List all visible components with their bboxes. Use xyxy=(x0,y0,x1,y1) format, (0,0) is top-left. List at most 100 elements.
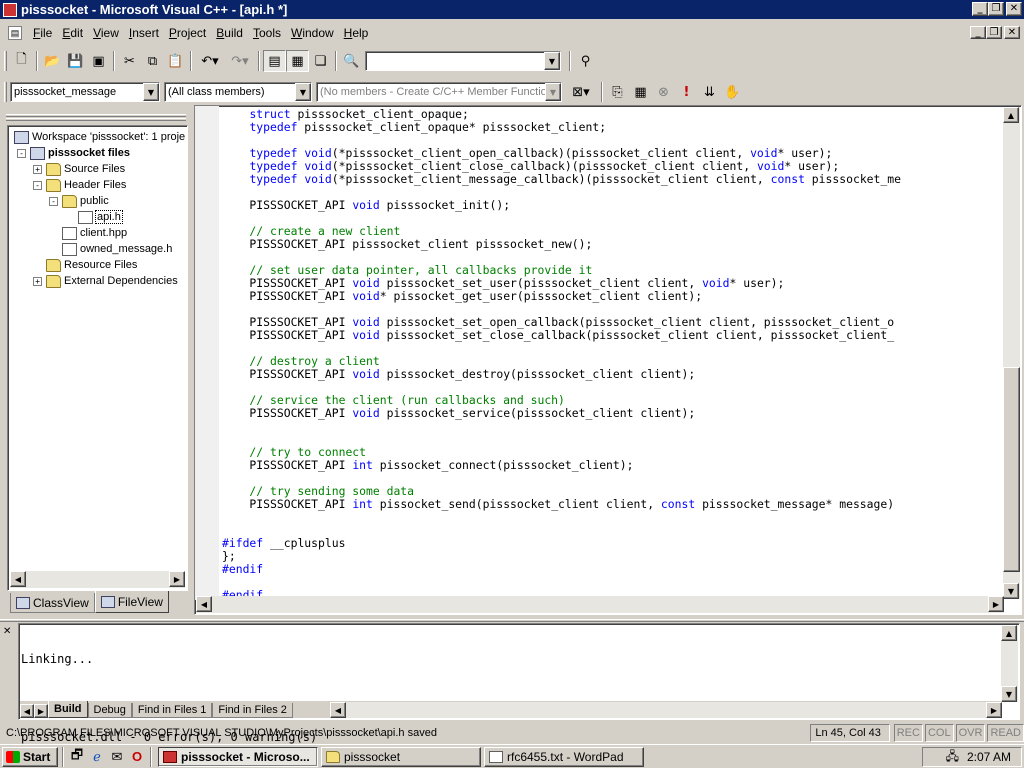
menu-window[interactable]: Window xyxy=(286,24,339,42)
tree-node[interactable]: Header Files xyxy=(46,177,126,193)
menu-help[interactable]: Help xyxy=(339,24,374,42)
app-icon[interactable] xyxy=(3,2,17,17)
file-tree[interactable]: Workspace 'pisssocket': 1 proje - pisssock… xyxy=(10,128,185,570)
compile-icon[interactable]: ⎘ xyxy=(606,81,629,103)
chevron-down-icon[interactable]: ▼ xyxy=(143,83,159,101)
pane-grip[interactable] xyxy=(6,114,186,117)
find-binoculars-icon[interactable]: ⚲ xyxy=(574,50,597,72)
members-combo[interactable]: (No members - Create C/C++ Member Functi… xyxy=(316,82,562,102)
workspace-hscrollbar[interactable]: ◀ ▶ xyxy=(10,571,185,588)
close-icon[interactable]: ✕ xyxy=(1006,2,1022,16)
chevron-down-icon[interactable]: ▼ xyxy=(545,83,561,101)
menu-view[interactable]: View xyxy=(88,24,124,42)
window-list-icon[interactable]: ❏ xyxy=(309,50,332,72)
pane-grip[interactable] xyxy=(6,118,186,121)
network-icon[interactable]: 🖧 xyxy=(946,747,959,768)
doc-minimize-icon[interactable]: _ xyxy=(970,26,986,39)
start-button[interactable]: Start xyxy=(2,746,58,767)
tree-node[interactable]: Workspace 'pisssocket': 1 proje xyxy=(14,129,185,145)
tree-node[interactable]: Resource Files xyxy=(46,257,137,273)
editor-vscroll-thumb[interactable] xyxy=(1003,367,1020,572)
copy-icon[interactable]: ⧉ xyxy=(141,50,164,72)
class-combo[interactable]: pisssocket_message ▼ xyxy=(10,82,160,102)
output-vscrollbar[interactable]: ▲ ▼ xyxy=(1001,625,1018,702)
collapse-icon[interactable]: - xyxy=(17,149,26,158)
tab-build[interactable]: Build xyxy=(48,701,88,718)
save-all-icon[interactable]: ▣ xyxy=(87,50,110,72)
scroll-right-icon[interactable]: ▶ xyxy=(988,596,1004,612)
execute-icon[interactable]: ! xyxy=(675,81,698,103)
code-editor[interactable]: struct pisssocket_client_opaque; typedef… xyxy=(194,105,1022,615)
tab-scroll-left-icon[interactable]: ◀ xyxy=(20,704,34,718)
output-close-icon[interactable]: ✕ xyxy=(3,626,15,638)
chevron-down-icon[interactable]: ▼ xyxy=(295,83,311,101)
scroll-down-icon[interactable]: ▼ xyxy=(1003,583,1019,599)
tree-node[interactable]: owned_message.h xyxy=(62,241,172,257)
tab-fileview[interactable]: FileView xyxy=(94,591,169,613)
tree-node[interactable]: External Dependencies xyxy=(46,273,178,289)
scroll-left-icon[interactable]: ◀ xyxy=(196,596,212,612)
tree-node[interactable]: api.h xyxy=(78,209,123,225)
document-icon[interactable]: ▤ xyxy=(8,26,22,40)
tab-find-in-files-2[interactable]: Find in Files 2 xyxy=(212,703,293,718)
tree-node[interactable]: pisssocket files xyxy=(30,145,130,161)
expand-icon[interactable]: + xyxy=(33,165,42,174)
chevron-down-icon[interactable]: ▼ xyxy=(544,52,560,70)
menu-file[interactable]: File xyxy=(28,24,57,42)
tree-node[interactable]: public xyxy=(62,193,109,209)
outlook-express-icon[interactable]: ✉ xyxy=(107,747,127,767)
open-folder-icon[interactable]: 📂 xyxy=(41,50,64,72)
editor-gutter[interactable] xyxy=(195,106,219,600)
find-in-files-icon[interactable]: 🔍 xyxy=(340,50,363,72)
paste-icon[interactable]: 📋 xyxy=(164,50,187,72)
restore-icon[interactable]: ❐ xyxy=(988,2,1004,16)
tab-find-in-files-1[interactable]: Find in Files 1 xyxy=(131,703,213,718)
output-toggle-icon[interactable]: ▦ xyxy=(286,50,309,72)
filter-combo[interactable]: (All class members) ▼ xyxy=(164,82,312,102)
tree-node[interactable]: Source Files xyxy=(46,161,125,177)
tab-scroll-right-icon[interactable]: ▶ xyxy=(34,704,48,718)
opera-icon[interactable]: O xyxy=(127,747,147,767)
wizard-action-icon[interactable]: ⊠▾ xyxy=(564,81,598,103)
menu-build[interactable]: Build xyxy=(211,24,248,42)
scroll-up-icon[interactable]: ▲ xyxy=(1001,625,1017,641)
show-desktop-icon[interactable]: 🗗 xyxy=(67,747,87,767)
task-visual-cpp[interactable]: pisssocket - Microso... xyxy=(158,746,318,767)
scroll-right-icon[interactable]: ▶ xyxy=(169,571,185,587)
workspace-toggle-icon[interactable]: ▤ xyxy=(263,50,286,72)
scroll-up-icon[interactable]: ▲ xyxy=(1003,107,1019,123)
collapse-icon[interactable]: - xyxy=(33,181,42,190)
menu-insert[interactable]: Insert xyxy=(124,24,164,42)
tree-node[interactable]: client.hpp xyxy=(62,225,127,241)
toolbar-grip[interactable] xyxy=(4,82,7,102)
task-explorer-folder[interactable]: pisssocket xyxy=(321,746,481,767)
title-bar[interactable]: pisssocket - Microsoft Visual C++ - [api… xyxy=(0,0,1024,19)
cut-icon[interactable]: ✂ xyxy=(118,50,141,72)
breakpoint-hand-icon[interactable]: ✋ xyxy=(721,81,744,103)
tab-debug[interactable]: Debug xyxy=(87,703,132,718)
scroll-right-icon[interactable]: ▶ xyxy=(986,702,1002,718)
output-splitter[interactable] xyxy=(0,619,1024,622)
tab-classview[interactable]: ClassView xyxy=(10,593,95,613)
new-file-icon[interactable]: 🗋 xyxy=(10,50,33,72)
doc-close-icon[interactable]: ✕ xyxy=(1004,26,1020,39)
minimize-icon[interactable]: _ xyxy=(972,2,988,16)
scroll-left-icon[interactable]: ◀ xyxy=(330,702,346,718)
collapse-icon[interactable]: - xyxy=(49,197,58,206)
save-icon[interactable]: 💾 xyxy=(64,50,87,72)
code-text[interactable]: struct pisssocket_client_opaque; typedef… xyxy=(222,108,1006,600)
editor-hscrollbar[interactable]: ◀ ▶ xyxy=(196,596,1004,613)
task-wordpad[interactable]: rfc6455.txt - WordPad xyxy=(484,746,644,767)
scroll-left-icon[interactable]: ◀ xyxy=(10,571,26,587)
build-icon[interactable]: ▦ xyxy=(629,81,652,103)
menu-project[interactable]: Project xyxy=(164,24,211,42)
toolbar-grip[interactable] xyxy=(4,51,7,71)
scroll-down-icon[interactable]: ▼ xyxy=(1001,686,1017,702)
redo-icon[interactable]: ↷▾ xyxy=(225,50,255,72)
menu-tools[interactable]: Tools xyxy=(248,24,286,42)
expand-icon[interactable]: + xyxy=(33,277,42,286)
find-combo[interactable]: ▼ xyxy=(365,51,561,71)
go-icon[interactable]: ⇊ xyxy=(698,81,721,103)
editor-vscrollbar[interactable]: ▲ ▼ xyxy=(1003,107,1020,599)
stop-build-icon[interactable]: ⊗ xyxy=(652,81,675,103)
